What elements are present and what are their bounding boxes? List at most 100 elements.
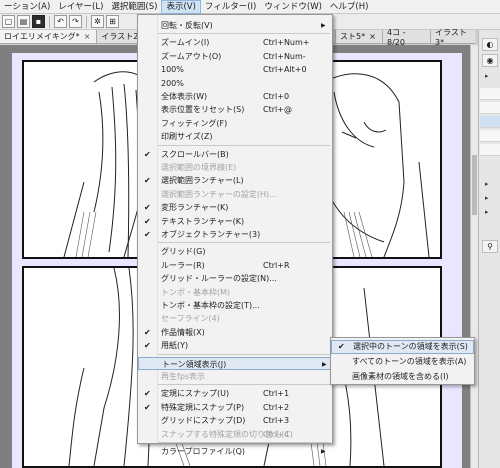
check-icon: ✔ <box>144 389 151 399</box>
view-menu-item[interactable]: ルーラー(R) Ctrl+R <box>138 259 332 272</box>
open-icon[interactable]: ▤ <box>17 15 30 28</box>
menu-view[interactable]: 表示(V) <box>161 0 201 14</box>
eye-icon[interactable]: ◉ <box>482 54 498 67</box>
submenu-arrow-icon: ▶ <box>321 448 326 455</box>
view-menu-item-label: 作品情報(X) <box>161 327 205 337</box>
view-menu-item-label: 回転・反転(V) <box>161 21 213 30</box>
menu-selection[interactable]: 選択範囲(S) <box>107 0 161 14</box>
view-menu-item-label: 選択範囲ランチャー(L) <box>161 176 244 186</box>
view-menu-item[interactable]: ✔ スクロールバー(B) <box>138 148 332 161</box>
transform-icon[interactable]: ⊞ <box>106 15 119 28</box>
view-menu-item-label: 選択範囲の境界線(E) <box>161 163 237 172</box>
check-icon: ✔ <box>338 342 345 351</box>
menu-bar: ーション(A) レイヤー(L) 選択範囲(S) 表示(V) フィルター(I) ウ… <box>0 0 500 14</box>
view-menu-item-label: トーン領域表示(J) <box>162 359 227 369</box>
view-menu-item: セーフライン(4) <box>138 312 332 325</box>
layer-row[interactable] <box>480 130 500 142</box>
sparkle-icon[interactable]: ✲ <box>91 15 104 28</box>
view-menu-item[interactable]: ✔ 変形ランチャー(K) <box>138 201 332 214</box>
view-menu-item: 再生fps表示 <box>138 370 332 383</box>
view-menu-item: トンボ・基本枠(M) <box>138 286 332 299</box>
save-icon[interactable]: ▪ <box>32 15 45 28</box>
search-icon[interactable]: ⚲ <box>482 240 498 253</box>
menu-help[interactable]: ヘルプ(H) <box>326 0 373 14</box>
tab-document-1[interactable]: ロイエリメイキング* × <box>0 30 98 43</box>
shortcut-label: Ctrl+R <box>263 260 290 270</box>
view-menu-item: スナップする特殊定規の切り替え(C) Ctrl+4 <box>138 428 332 441</box>
menu-animation[interactable]: ーション(A) <box>0 0 54 14</box>
expand-arrow-icon[interactable]: ▸ <box>485 208 489 216</box>
view-menu-item[interactable]: トンボ・基本枠の設定(T)... <box>138 299 332 312</box>
check-icon: ✔ <box>144 149 151 159</box>
view-menu-item[interactable]: 印刷サイズ(Z) <box>138 130 332 143</box>
view-menu-item[interactable]: ズームイン(I) Ctrl+Num+ <box>138 36 332 49</box>
close-icon[interactable]: × <box>369 32 376 41</box>
submenu-item-show-selected-tone[interactable]: ✔ 選択中のトーンの領域を表示(S) <box>331 340 474 354</box>
shortcut-label: Ctrl+@ <box>263 105 292 115</box>
tab-document-4[interactable]: スト5* × <box>335 30 382 43</box>
view-menu-item-label: グリッドにスナップ(D) <box>161 416 246 426</box>
view-menu-item[interactable]: グリッド・ルーラーの設定(N)... <box>138 272 332 285</box>
view-menu-item[interactable]: 表示位置をリセット(S) Ctrl+@ <box>138 103 332 116</box>
view-menu-item[interactable]: フィッティング(F) <box>138 117 332 130</box>
menu-separator <box>158 442 330 443</box>
view-menu-item[interactable]: トーン領域表示(J) ▶ <box>138 356 332 370</box>
layer-row[interactable] <box>480 144 500 156</box>
close-icon[interactable]: × <box>84 30 91 43</box>
view-menu-item[interactable]: 200% <box>138 77 332 90</box>
view-menu-item[interactable]: ✔ 選択範囲ランチャー(L) <box>138 174 332 187</box>
view-menu-item-label: 定規にスナップ(U) <box>161 389 230 399</box>
new-icon[interactable]: ▢ <box>2 15 15 28</box>
view-menu-item[interactable]: グリッド(G) <box>138 245 332 258</box>
view-menu-item-label: 表示位置をリセット(S) <box>161 105 245 115</box>
tab-label: ロイエリメイキング* <box>4 32 80 41</box>
submenu-item-show-all-tones[interactable]: すべてのトーンの領域を表示(A) <box>331 355 474 369</box>
tab-label: イラスト3* <box>435 27 467 47</box>
tab-document-6[interactable]: イラスト3* <box>430 28 475 47</box>
view-menu-item-label: フィッティング(F) <box>161 118 228 128</box>
submenu-item-label: 画像素材の領域を含める(I) <box>352 372 449 381</box>
menu-layer[interactable]: レイヤー(L) <box>54 0 107 14</box>
view-menu-item-label: 特殊定規にスナップ(P) <box>161 402 245 412</box>
menu-window[interactable]: ウィンドウ(W) <box>260 0 326 14</box>
view-menu-item-label: スクロールバー(B) <box>161 149 229 159</box>
undo-icon[interactable]: ↶ <box>54 15 67 28</box>
view-menu-item[interactable]: 100% Ctrl+Alt+0 <box>138 63 332 76</box>
layer-row-selected[interactable] <box>480 116 500 128</box>
tab-label: 4コ - 8/20 <box>387 27 406 47</box>
view-menu-item[interactable]: ズームアウト(O) Ctrl+Num- <box>138 50 332 63</box>
view-menu-item[interactable]: 全体表示(W) Ctrl+0 <box>138 90 332 103</box>
shortcut-label: Ctrl+3 <box>263 416 290 426</box>
redo-icon[interactable]: ↷ <box>69 15 82 28</box>
tab-document-5[interactable]: 4コ - 8/20 <box>382 28 430 47</box>
menu-filter[interactable]: フィルター(I) <box>201 0 260 14</box>
view-menu-item[interactable]: カラープロファイル(Q) ▶ <box>138 445 332 458</box>
view-menu-item[interactable]: ✔ 特殊定規にスナップ(P) Ctrl+2 <box>138 401 332 414</box>
submenu-item-include-image-material[interactable]: 画像素材の領域を含める(I) <box>331 370 474 384</box>
check-icon: ✔ <box>144 341 151 351</box>
view-menu-item[interactable]: ✔ 作品情報(X) <box>138 326 332 339</box>
view-menu-item[interactable]: ✔ 用紙(Y) <box>138 339 332 352</box>
panel-toggle-icon[interactable]: ◐ <box>482 38 498 51</box>
expand-arrow-icon[interactable]: ▸ <box>485 180 489 188</box>
toolbar-divider <box>49 15 50 28</box>
vertical-scrollbar[interactable] <box>470 45 478 468</box>
scrollbar-thumb[interactable] <box>472 155 477 215</box>
shortcut-label: Ctrl+0 <box>263 92 290 101</box>
check-icon: ✔ <box>144 216 151 226</box>
expand-arrow-icon[interactable]: ▸ <box>485 72 489 80</box>
submenu-item-label: 選択中のトーンの領域を表示(S) <box>353 342 468 351</box>
view-menu-item-label: グリッド・ルーラーの設定(N)... <box>161 274 277 284</box>
view-menu-item[interactable]: グリッドにスナップ(D) Ctrl+3 <box>138 414 332 427</box>
layer-row[interactable] <box>480 102 500 114</box>
expand-arrow-icon[interactable]: ▸ <box>485 194 489 202</box>
check-icon: ✔ <box>144 176 151 186</box>
toolbar-divider <box>86 15 87 28</box>
view-menu-item-label: テキストランチャー(K) <box>161 216 245 226</box>
view-menu-item[interactable]: ✔ テキストランチャー(K) <box>138 215 332 228</box>
view-menu-item[interactable]: ✔ 定規にスナップ(U) Ctrl+1 <box>138 387 332 400</box>
layer-row[interactable] <box>480 88 500 100</box>
view-menu-item[interactable]: ✔ オブジェクトランチャー(3) <box>138 228 332 241</box>
view-menu-item[interactable]: 回転・反転(V) ▶ <box>138 19 332 32</box>
view-menu-item-label: カラープロファイル(Q) <box>161 447 246 456</box>
